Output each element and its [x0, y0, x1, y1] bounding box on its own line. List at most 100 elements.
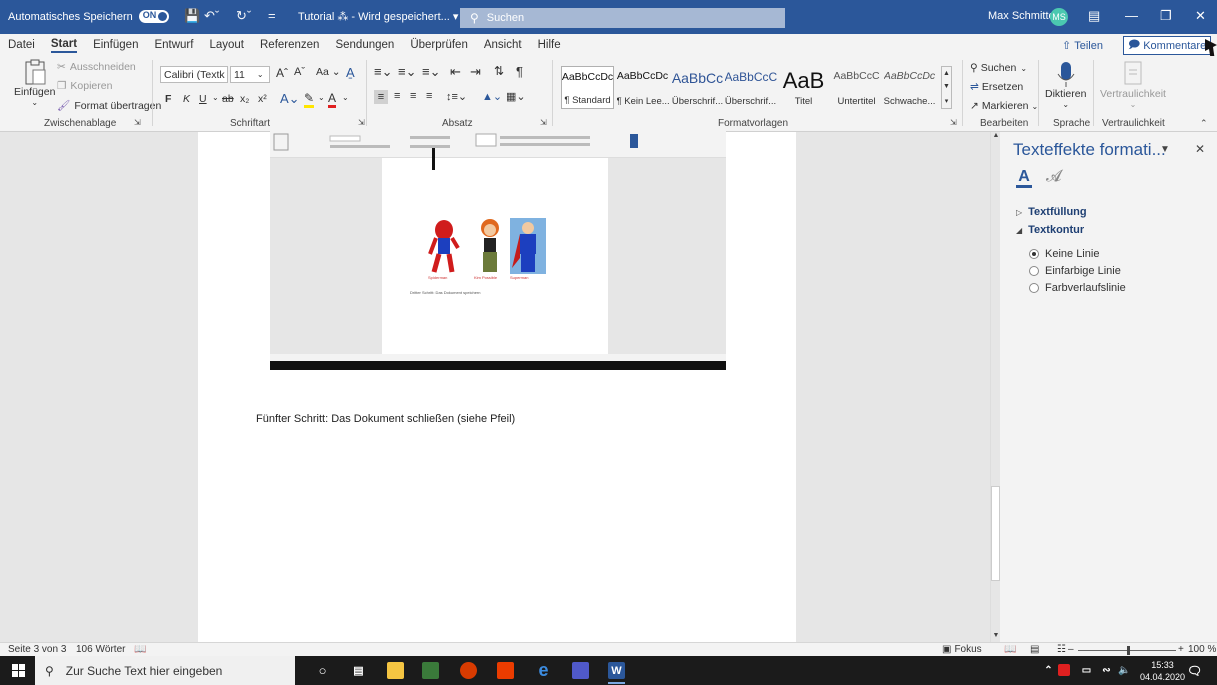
- tab-datei[interactable]: Datei: [8, 39, 35, 51]
- vertical-scrollbar[interactable]: ▲ ▼: [990, 132, 1000, 642]
- tab-hilfe[interactable]: Hilfe: [538, 39, 561, 51]
- highlight-chevron-icon[interactable]: ⌄: [318, 93, 325, 102]
- outline-option-none[interactable]: Keine Linie: [1029, 248, 1099, 260]
- radio-button[interactable]: [1029, 266, 1039, 276]
- bold-button[interactable]: F: [165, 93, 171, 105]
- volume-icon[interactable]: 🔈: [1116, 662, 1133, 679]
- style-no-spacing[interactable]: AaBbCcDc ¶ Kein Lee...: [616, 66, 669, 109]
- pane-options-icon[interactable]: ▼: [1160, 144, 1170, 155]
- superscript-icon[interactable]: x²: [258, 93, 267, 105]
- document-title[interactable]: Tutorial ⁂ - Wird gespeichert... ▾: [298, 10, 458, 23]
- autosave-toggle[interactable]: ON: [138, 10, 169, 23]
- copy-button[interactable]: ❐ Kopieren: [57, 80, 112, 92]
- font-color-icon[interactable]: A: [328, 91, 337, 108]
- tab-sendungen[interactable]: Sendungen: [335, 39, 394, 51]
- collapse-ribbon-icon[interactable]: ⌃: [1200, 118, 1208, 129]
- borders-icon[interactable]: ▦⌄: [506, 90, 526, 103]
- tray-chevron-icon[interactable]: ⌃: [1040, 662, 1057, 679]
- share-button[interactable]: ⇧ Teilen: [1062, 37, 1103, 54]
- sensitivity-button[interactable]: Vertraulichkeit ⌄: [1100, 60, 1166, 109]
- focus-button[interactable]: ▣ Fokus: [942, 644, 982, 655]
- align-center-icon[interactable]: ≡: [394, 90, 400, 102]
- outline-option-gradient[interactable]: Farbverlaufslinie: [1029, 282, 1126, 294]
- text-outline-section[interactable]: ◢ Textkontur: [1016, 224, 1084, 236]
- word-app-icon[interactable]: W: [608, 662, 625, 684]
- text-fill-section[interactable]: ▷ Textfüllung: [1016, 206, 1087, 218]
- step-5-text[interactable]: Fünfter Schritt: Das Dokument schließen …: [256, 413, 515, 425]
- restore-icon[interactable]: ❐: [1160, 8, 1172, 24]
- select-button[interactable]: ↗ Markieren ⌄: [970, 100, 1038, 112]
- shrink-font-button[interactable]: Aˇ: [294, 66, 305, 78]
- underline-button[interactable]: U: [199, 93, 207, 105]
- paste-button[interactable]: Einfügen ⌄: [14, 58, 55, 107]
- file-explorer-icon[interactable]: [387, 662, 404, 679]
- scroll-thumb[interactable]: [991, 486, 1000, 581]
- office-icon[interactable]: [497, 662, 514, 679]
- tab-referenzen[interactable]: Referenzen: [260, 39, 319, 51]
- align-right-icon[interactable]: ≡: [410, 90, 416, 102]
- text-fill-outline-tab-icon[interactable]: A: [1016, 168, 1032, 188]
- tab-einfuegen[interactable]: Einfügen: [93, 39, 138, 51]
- radio-button[interactable]: [1029, 283, 1039, 293]
- ribbon-display-options-icon[interactable]: ▤: [1088, 8, 1100, 24]
- line-spacing-icon[interactable]: ↕≡⌄: [446, 90, 467, 103]
- notifications-icon[interactable]: 🗨: [1186, 662, 1203, 679]
- subscript-icon[interactable]: x₂: [240, 93, 249, 105]
- bullets-icon[interactable]: ≡⌄: [374, 64, 392, 80]
- strikethrough-icon[interactable]: ab: [222, 93, 234, 105]
- undo-icon[interactable]: ↶ˇ: [204, 8, 219, 24]
- outline-option-solid[interactable]: Einfarbige Linie: [1029, 265, 1121, 277]
- style-subtitle[interactable]: AaBbCcC Untertitel: [830, 66, 883, 109]
- change-case-button[interactable]: Aa ⌄: [316, 66, 341, 78]
- tab-ueberpruefen[interactable]: Überprüfen: [410, 39, 468, 51]
- styles-scroll-control[interactable]: ▲ ▼ ▾: [941, 66, 952, 109]
- paragraph-launcher-icon[interactable]: ⇲: [540, 118, 547, 127]
- autosave-control[interactable]: Automatisches Speichern ON: [8, 10, 169, 23]
- tab-layout[interactable]: Layout: [209, 39, 244, 51]
- zoom-out-icon[interactable]: –: [1068, 644, 1074, 655]
- task-view-icon[interactable]: ▤: [350, 662, 367, 679]
- multilevel-list-icon[interactable]: ≡⌄: [422, 64, 440, 80]
- decrease-indent-icon[interactable]: ⇤: [450, 64, 461, 80]
- pane-close-icon[interactable]: ✕: [1195, 142, 1205, 156]
- print-layout-icon[interactable]: ▤: [1030, 644, 1039, 655]
- cut-button[interactable]: ✂ Ausschneiden: [57, 61, 136, 73]
- web-layout-icon[interactable]: ☷: [1057, 644, 1066, 655]
- font-color-chevron-icon[interactable]: ⌄: [342, 93, 349, 102]
- embedded-screenshot[interactable]: Spiderman Kim Possible Superman Dritter …: [270, 130, 726, 370]
- font-launcher-icon[interactable]: ⇲: [358, 118, 365, 127]
- text-effects-tab-icon[interactable]: 𝓐: [1046, 168, 1061, 186]
- media-app-icon[interactable]: [460, 662, 477, 679]
- format-painter-button[interactable]: 🖌 Format übertragen: [57, 99, 161, 113]
- style-heading-1[interactable]: AaBbCc Überschrif...: [671, 66, 724, 109]
- highlight-icon[interactable]: ✎: [304, 91, 315, 108]
- grow-font-button[interactable]: Aˆ: [276, 66, 288, 80]
- photos-app-icon[interactable]: [422, 662, 439, 679]
- zoom-in-icon[interactable]: +: [1178, 644, 1184, 655]
- avatar[interactable]: MS: [1050, 8, 1068, 26]
- windows-start-icon[interactable]: [12, 664, 25, 677]
- justify-icon[interactable]: ≡: [426, 90, 432, 102]
- text-effects-icon[interactable]: A⌄: [280, 91, 300, 107]
- word-count[interactable]: 106 Wörter: [76, 644, 125, 655]
- comments-button[interactable]: 🗩 Kommentare: [1123, 36, 1212, 55]
- sort-icon[interactable]: ⇅: [494, 64, 504, 78]
- redo-icon[interactable]: ↻ˇ: [236, 8, 251, 24]
- zoom-level[interactable]: 100 %: [1188, 644, 1216, 655]
- underline-chevron-icon[interactable]: ⌄: [212, 93, 219, 102]
- taskbar-search-input[interactable]: ⚲ Zur Suche Text hier eingeben: [35, 656, 295, 685]
- find-button[interactable]: ⚲ Suchen ⌄: [970, 62, 1027, 74]
- cortana-icon[interactable]: ○: [314, 662, 331, 679]
- font-size-dropdown[interactable]: 11 ⌄: [230, 66, 270, 83]
- customize-quick-access-icon[interactable]: =: [268, 8, 276, 23]
- minimize-icon[interactable]: —: [1125, 8, 1138, 23]
- styles-launcher-icon[interactable]: ⇲: [950, 118, 957, 127]
- system-clock[interactable]: 15:33 04.04.2020: [1140, 659, 1185, 683]
- user-name[interactable]: Max Schmitte: [988, 10, 1055, 22]
- italic-button[interactable]: K: [183, 93, 190, 105]
- internet-explorer-icon[interactable]: e: [535, 660, 552, 680]
- style-title[interactable]: AaB Titel: [777, 66, 830, 109]
- style-heading-2[interactable]: AaBbCcC Überschrif...: [724, 66, 777, 109]
- increase-indent-icon[interactable]: ⇥: [470, 64, 481, 80]
- tab-ansicht[interactable]: Ansicht: [484, 39, 522, 51]
